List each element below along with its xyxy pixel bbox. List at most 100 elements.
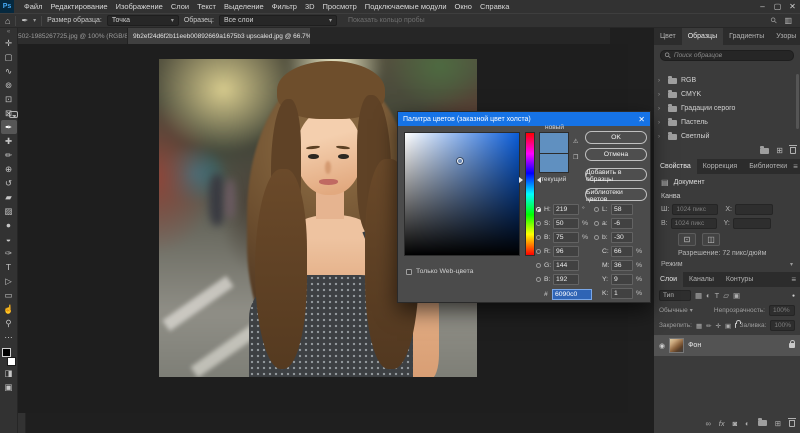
- screen-mode-icon[interactable]: ▣: [1, 380, 17, 394]
- crop-tool-icon[interactable]: ⊡: [1, 92, 17, 106]
- fill-field[interactable]: 100%: [770, 320, 795, 331]
- g-input[interactable]: [553, 260, 579, 271]
- radio-a[interactable]: [594, 221, 599, 226]
- menu-view[interactable]: Просмотр: [319, 2, 361, 11]
- filter-type-select[interactable]: Тип: [659, 290, 691, 301]
- l-input[interactable]: [611, 204, 633, 215]
- blur-tool-icon[interactable]: ●: [1, 218, 17, 232]
- filter-pixel-icon[interactable]: ▦: [695, 291, 702, 300]
- color-field-marker[interactable]: [457, 158, 463, 164]
- search-input[interactable]: [674, 52, 784, 59]
- layer-effects-icon[interactable]: fx: [719, 419, 725, 428]
- s-input[interactable]: [553, 218, 579, 229]
- swatch-group-cmyk[interactable]: › CMYK: [658, 88, 796, 101]
- menu-3d[interactable]: 3D: [301, 2, 319, 11]
- chevron-right-icon[interactable]: ›: [658, 134, 664, 140]
- dialog-close-icon[interactable]: ✕: [638, 115, 645, 124]
- close-button[interactable]: ✕: [785, 2, 800, 11]
- adjustment-layer-icon[interactable]: ◐: [745, 419, 750, 428]
- filter-shape-icon[interactable]: ▱: [723, 291, 729, 300]
- c-input[interactable]: [611, 246, 633, 257]
- layer-mask-icon[interactable]: ◙: [733, 419, 738, 428]
- document-tab-inactive[interactable]: 01-1502-1985267725.jpg @ 100% (RGB/8#) ×: [0, 28, 128, 44]
- search-icon[interactable]: ⚲: [768, 15, 779, 26]
- b2-input[interactable]: [553, 274, 579, 285]
- m-input[interactable]: [611, 260, 633, 271]
- swatch-group-pastel[interactable]: › Пастель: [658, 116, 796, 129]
- menu-image[interactable]: Изображение: [112, 2, 167, 11]
- visibility-eye-icon[interactable]: ◉: [659, 342, 665, 350]
- tab-swatches[interactable]: Образцы: [682, 28, 723, 45]
- image-size-button-icon[interactable]: ◫: [702, 233, 720, 246]
- lab-b-input[interactable]: [611, 232, 633, 243]
- color-libraries-button[interactable]: Библиотеки цветов: [585, 188, 647, 201]
- filter-toggle-icon[interactable]: ●: [792, 293, 795, 299]
- dodge-tool-icon[interactable]: ◒: [1, 232, 17, 246]
- new-layer-icon[interactable]: ⊞: [775, 419, 781, 428]
- path-selection-tool-icon[interactable]: ▷: [1, 274, 17, 288]
- clone-stamp-tool-icon[interactable]: ⊕: [1, 162, 17, 176]
- tab-paths[interactable]: Контуры: [720, 272, 759, 287]
- tab-layers[interactable]: Слои: [654, 272, 683, 287]
- y-input[interactable]: [611, 274, 633, 285]
- hand-tool-icon[interactable]: ☝: [1, 302, 17, 316]
- a-input[interactable]: [611, 218, 633, 229]
- trash-icon[interactable]: [790, 147, 796, 154]
- blend-mode-select[interactable]: Обычные▾: [659, 307, 693, 314]
- menu-select[interactable]: Выделение: [220, 2, 268, 11]
- crop-button-icon[interactable]: ⊡: [678, 233, 696, 246]
- radio-l[interactable]: [594, 207, 599, 212]
- hex-input[interactable]: [552, 289, 592, 300]
- move-tool-icon[interactable]: ✛: [1, 36, 17, 50]
- hue-slider[interactable]: [525, 132, 535, 256]
- chevron-right-icon[interactable]: ›: [658, 92, 664, 98]
- new-group-folder-icon[interactable]: [758, 420, 767, 426]
- menu-edit[interactable]: Редактирование: [46, 2, 111, 11]
- layer-lock-icon[interactable]: [789, 343, 795, 348]
- pen-tool-icon[interactable]: ✑: [1, 246, 17, 260]
- k-input[interactable]: [611, 288, 633, 299]
- radio-g[interactable]: [536, 263, 541, 268]
- chevron-right-icon[interactable]: ›: [658, 78, 664, 84]
- chevron-down-icon[interactable]: ▾: [33, 17, 36, 24]
- edit-toolbar-icon[interactable]: ⋯: [1, 330, 17, 344]
- cancel-button[interactable]: Отмена: [585, 148, 647, 161]
- radio-r[interactable]: [536, 249, 541, 254]
- lock-artboard-icon[interactable]: ▣: [725, 322, 731, 330]
- r-input[interactable]: [553, 246, 579, 257]
- dialog-title-bar[interactable]: Палитра цветов (заказной цвет холста) ✕: [398, 112, 650, 126]
- radio-b2[interactable]: [536, 277, 541, 282]
- show-ring-checkbox-label[interactable]: Показать кольцо пробы: [348, 17, 425, 24]
- swatch-group-light[interactable]: › Светлый: [658, 130, 796, 143]
- swatch-search[interactable]: ⚲: [660, 50, 794, 61]
- object-selection-tool-icon[interactable]: ⊚: [1, 78, 17, 92]
- color-swatches[interactable]: [1, 346, 17, 366]
- menu-window[interactable]: Окно: [451, 2, 476, 11]
- swatch-group-rgb[interactable]: › RGB: [658, 74, 796, 87]
- toolbar-collapse-icon[interactable]: «: [7, 29, 10, 36]
- tab-gradients[interactable]: Градиенты: [723, 28, 770, 45]
- filter-type-icon[interactable]: T: [715, 291, 720, 300]
- type-tool-icon[interactable]: T: [1, 260, 17, 274]
- swatch-group-grayscale[interactable]: › Градации серого: [658, 102, 796, 115]
- scrollbar[interactable]: [796, 74, 799, 129]
- b-input[interactable]: [553, 232, 579, 243]
- saturation-brightness-field[interactable]: [404, 132, 520, 256]
- filter-smart-object-icon[interactable]: ▣: [733, 291, 740, 300]
- zoom-tool-icon[interactable]: ⚲: [1, 316, 17, 330]
- foreground-color-swatch[interactable]: [2, 348, 11, 357]
- menu-filter[interactable]: Фильтр: [268, 2, 301, 11]
- background-color-swatch[interactable]: [7, 357, 16, 366]
- gradient-tool-icon[interactable]: ▨: [1, 204, 17, 218]
- sample-size-select[interactable]: Точка ▾: [107, 15, 179, 26]
- quick-mask-icon[interactable]: ◨: [1, 366, 17, 380]
- menu-type[interactable]: Текст: [193, 2, 220, 11]
- add-to-swatches-button[interactable]: Добавить в образцы: [585, 168, 647, 181]
- opacity-field[interactable]: 100%: [769, 305, 795, 316]
- tab-adjustments[interactable]: Коррекция: [697, 159, 743, 174]
- new-group-folder-icon[interactable]: [760, 148, 769, 154]
- mode-section-row[interactable]: Режим ▾: [661, 261, 793, 268]
- workspace-icon[interactable]: ▥: [784, 16, 792, 25]
- gamut-warning-icon[interactable]: ⚠: [573, 138, 578, 145]
- eyedropper-tool-icon[interactable]: ✒: [1, 120, 17, 134]
